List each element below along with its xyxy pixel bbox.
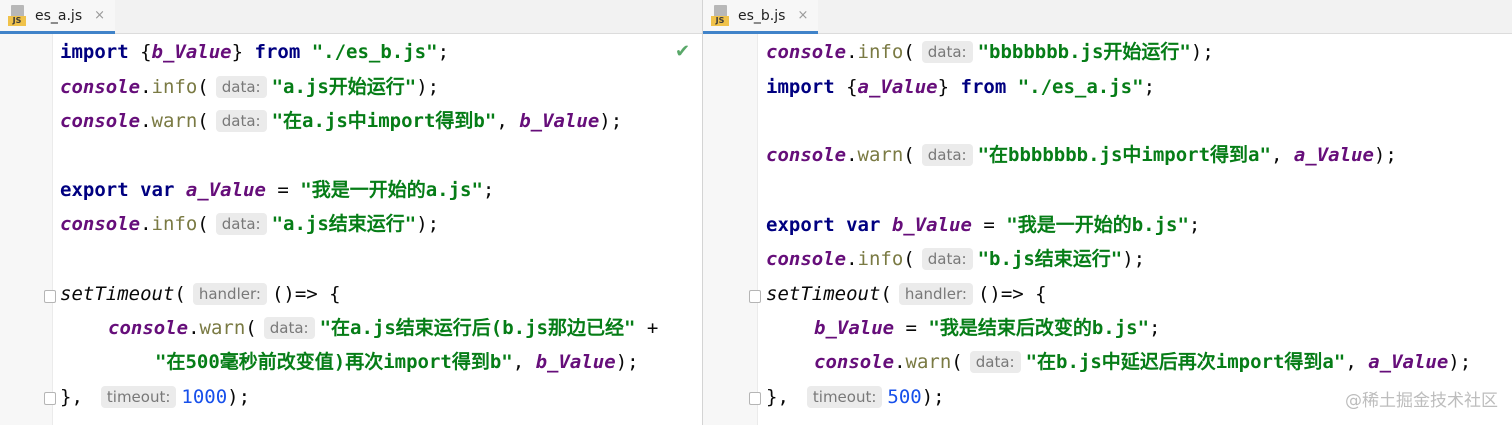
js-file-icon: JS: [8, 4, 28, 27]
parameter-hint: data:: [921, 144, 973, 166]
parameter-hint: handler:: [898, 283, 973, 305]
code-line: b_Value = "我是结束后改变的b.js";: [814, 317, 1161, 339]
parameter-hint: data:: [263, 317, 315, 339]
code-line: export var a_Value = "我是一开始的a.js";: [60, 179, 495, 201]
code-line: }, timeout: 500);: [766, 386, 945, 408]
watermark: @稀土掘金技术社区: [1345, 391, 1498, 411]
code-line: console.info(data: "bbbbbbb.js开始运行");: [766, 41, 1214, 63]
tab-es-a-js[interactable]: JS es_a.js ×: [0, 0, 116, 34]
tab-bar: JS es_b.js ×: [703, 0, 1512, 34]
checkmark-icon: ✔: [675, 41, 691, 62]
editor-pane-left: JS es_a.js × import {b_Value} from "./es…: [0, 0, 703, 425]
tab-label: es_b.js: [738, 7, 786, 24]
fold-icon[interactable]: [749, 290, 761, 303]
code-line: console.warn(data: "在a.js中import得到b", b_V…: [60, 110, 623, 132]
close-icon[interactable]: ×: [797, 8, 808, 23]
tab-bar: JS es_a.js ×: [0, 0, 703, 34]
tab-es-b-js[interactable]: JS es_b.js ×: [703, 0, 819, 34]
code-editor[interactable]: import {b_Value} from "./es_b.js"; conso…: [60, 34, 703, 425]
code-line: import {b_Value} from "./es_b.js";: [60, 41, 450, 63]
code-line: }, timeout: 1000);: [60, 386, 251, 408]
code-line: console.info(data: "a.js开始运行");: [60, 76, 440, 98]
parameter-hint: data:: [921, 248, 973, 270]
parameter-hint: data:: [921, 41, 973, 63]
code-line: console.info(data: "a.js结束运行");: [60, 213, 440, 235]
fold-icon[interactable]: [44, 392, 56, 405]
parameter-hint: timeout:: [100, 386, 177, 408]
tab-label: es_a.js: [35, 7, 83, 24]
js-file-icon: JS: [711, 4, 731, 27]
code-line: setTimeout(handler: ()=> {: [766, 283, 1047, 305]
code-line: console.warn(data: "在a.js结束运行后(b.js那边已经" …: [108, 317, 659, 339]
code-line: setTimeout(handler: ()=> {: [60, 283, 341, 305]
parameter-hint: data:: [215, 110, 267, 132]
parameter-hint: data:: [215, 76, 267, 98]
code-line: console.warn(data: "在b.js中延迟后再次import得到a"…: [814, 351, 1472, 373]
code-line: console.info(data: "b.js结束运行");: [766, 248, 1146, 270]
parameter-hint: data:: [215, 213, 267, 235]
close-icon[interactable]: ×: [94, 8, 105, 23]
parameter-hint: data:: [969, 351, 1021, 373]
line-gutter: [703, 34, 757, 425]
code-editor[interactable]: console.info(data: "bbbbbbb.js开始运行"); imp…: [766, 34, 1512, 425]
code-line: import {a_Value} from "./es_a.js";: [766, 76, 1156, 98]
fold-icon[interactable]: [749, 392, 761, 405]
code-line: console.warn(data: "在bbbbbbb.js中import得到a…: [766, 144, 1397, 166]
code-line: export var b_Value = "我是一开始的b.js";: [766, 214, 1201, 236]
code-line: "在500毫秒前改变值)再次import得到b", b_Value);: [155, 351, 639, 373]
parameter-hint: timeout:: [806, 386, 883, 408]
editor-pane-right: JS es_b.js × console.info(data: "bbbbbbb.…: [703, 0, 1512, 425]
line-gutter: [0, 34, 52, 425]
fold-icon[interactable]: [44, 290, 56, 303]
parameter-hint: handler:: [192, 283, 267, 305]
